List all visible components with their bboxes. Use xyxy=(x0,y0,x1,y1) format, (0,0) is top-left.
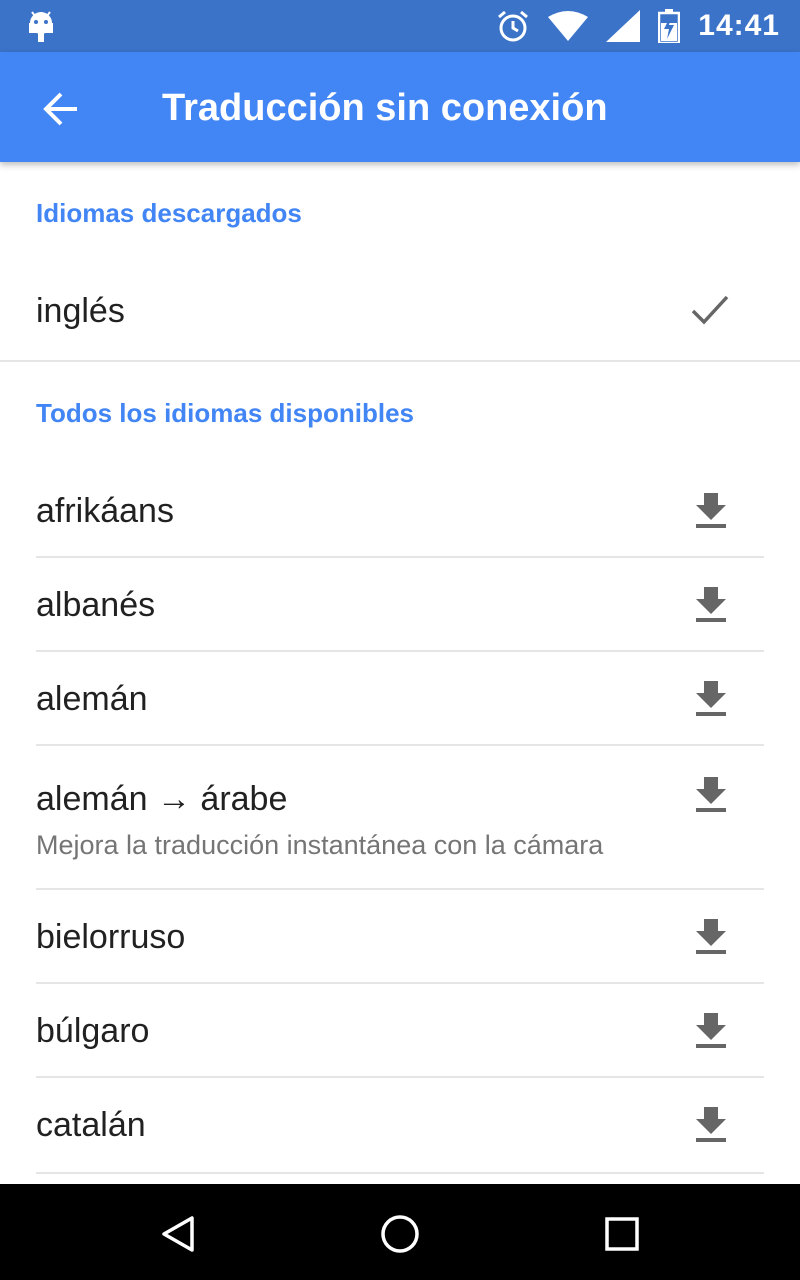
system-nav-bar xyxy=(0,1184,800,1280)
section-header-downloaded: Idiomas descargados xyxy=(36,198,302,228)
back-button[interactable] xyxy=(34,82,88,136)
list-item[interactable]: búlgaro xyxy=(36,984,764,1078)
cell-signal-icon xyxy=(606,10,641,42)
nav-home-button[interactable] xyxy=(376,1210,424,1258)
language-label: búlgaro xyxy=(36,1012,150,1050)
status-time: 14:41 xyxy=(698,9,780,42)
download-icon[interactable] xyxy=(691,916,731,956)
list-item-downloaded[interactable]: inglés xyxy=(0,262,800,362)
app-bar: Traducción sin conexión xyxy=(0,52,800,162)
wifi-icon xyxy=(548,11,589,41)
page-title: Traducción sin conexión xyxy=(162,87,608,129)
download-icon[interactable] xyxy=(691,584,731,624)
download-icon[interactable] xyxy=(691,1104,731,1144)
list-item[interactable]: alemán → árabe Mejora la traducción inst… xyxy=(36,746,764,890)
language-label: albanés xyxy=(36,586,156,624)
language-label: afrikáans xyxy=(36,492,174,530)
android-debug-icon xyxy=(29,11,53,42)
list-item[interactable]: catalán xyxy=(36,1078,764,1174)
list-item[interactable]: afrikáans xyxy=(36,462,764,558)
download-icon[interactable] xyxy=(691,490,731,530)
language-label: alemán → árabe xyxy=(36,780,288,818)
language-label: alemán xyxy=(36,680,148,718)
list-item[interactable]: albanés xyxy=(36,558,764,652)
language-list[interactable]: Idiomas descargados inglés Todos los idi… xyxy=(0,162,800,1184)
back-triangle-icon xyxy=(162,1216,194,1252)
language-sublabel: Mejora la traducción instantánea con la … xyxy=(36,830,604,860)
language-label: catalán xyxy=(36,1106,146,1144)
arrow-back-icon xyxy=(43,92,77,126)
language-label: inglés xyxy=(36,292,125,330)
section-header-available: Todos los idiomas disponibles xyxy=(36,398,415,428)
alarm-icon xyxy=(498,10,529,42)
download-icon[interactable] xyxy=(691,774,731,814)
check-icon xyxy=(690,290,730,330)
recents-square-icon xyxy=(605,1217,639,1251)
download-icon[interactable] xyxy=(691,1010,731,1050)
battery-charging-icon xyxy=(658,9,681,43)
nav-back-button[interactable] xyxy=(154,1210,202,1258)
download-icon[interactable] xyxy=(691,678,731,718)
language-label: bielorruso xyxy=(36,918,186,956)
status-bar: 14:41 xyxy=(0,0,800,52)
nav-recents-button[interactable] xyxy=(598,1210,646,1258)
list-item[interactable]: bielorruso xyxy=(36,890,764,984)
home-circle-icon xyxy=(381,1215,419,1253)
list-item[interactable]: alemán xyxy=(36,652,764,746)
